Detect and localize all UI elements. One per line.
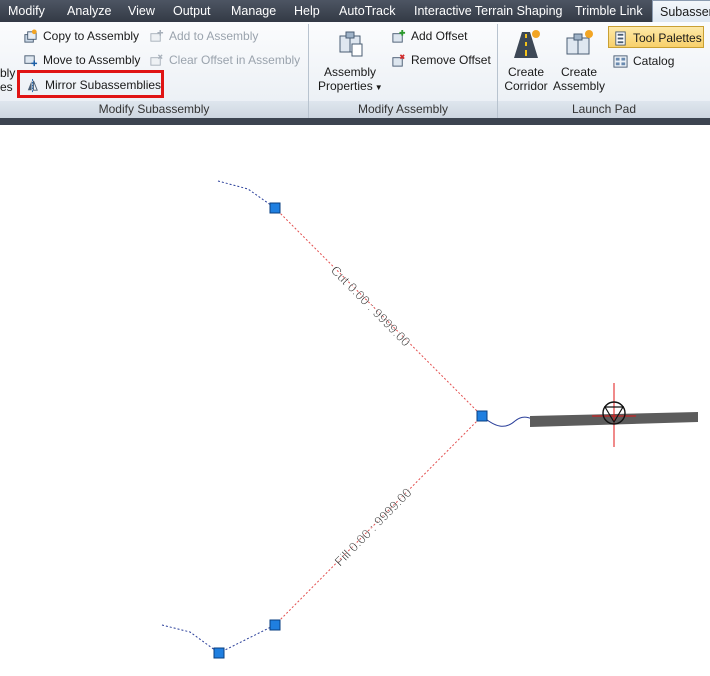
cut-label: Cut 0.00 : 9999.00: [328, 263, 414, 350]
create-corridor-label-2: Corridor: [504, 79, 548, 93]
tab-modify[interactable]: Modify: [8, 0, 45, 22]
create-assembly-label-1: Create: [560, 65, 598, 79]
move-subassembly-icon: [24, 55, 38, 67]
cut-daylight-link: [217, 180, 276, 209]
tab-view[interactable]: View: [128, 0, 155, 22]
add-offset-icon: [392, 30, 406, 43]
add-to-assembly-button[interactable]: Add to Assembly: [149, 29, 258, 44]
assembly-properties-button[interactable]: Assembly Properties ▼: [318, 28, 383, 95]
copy-to-assembly-button[interactable]: Copy to Assembly: [23, 29, 139, 44]
fill-label: Fill 0.00 : 9999.00: [331, 485, 414, 569]
copy-to-assembly-label: Copy to Assembly: [43, 29, 140, 43]
add-to-assembly-label: Add to Assembly: [169, 29, 259, 43]
tab-interactive-terrain-shaping[interactable]: Interactive Terrain Shaping: [414, 0, 562, 22]
dropdown-arrow-icon: ▼: [374, 83, 383, 92]
assembly-properties-icon: [339, 31, 363, 57]
copy-subassembly-icon: [24, 29, 37, 43]
add-offset-label: Add Offset: [411, 29, 468, 43]
create-assembly-icon: [566, 30, 593, 55]
remove-offset-icon: [392, 54, 405, 67]
grip-square[interactable]: [476, 410, 488, 422]
grip-square[interactable]: [269, 619, 281, 631]
move-to-assembly-button[interactable]: Move to Assembly: [23, 53, 140, 68]
menu-tab-bar: Modify Analyze View Output Manage Help A…: [0, 0, 710, 22]
grip-square[interactable]: [269, 202, 281, 214]
catalog-button[interactable]: Catalog: [613, 54, 674, 69]
remove-offset-button[interactable]: Remove Offset: [391, 53, 491, 68]
grip-square[interactable]: [213, 647, 225, 659]
drawing-canvas[interactable]: Cut 0.00 : 9999.00 Fill 0.00 : 9999.00: [0, 125, 710, 676]
tab-autotrack[interactable]: AutoTrack: [339, 0, 396, 22]
panel-title-modify-subassembly: Modify Subassembly: [0, 101, 308, 118]
tool-palettes-icon: [615, 31, 626, 46]
mirror-subassemblies-highlight: [17, 70, 164, 98]
ribbon: bly es Copy to Assembly Move to Assembly…: [0, 22, 710, 119]
create-assembly-button[interactable]: Create Assembly: [553, 28, 605, 93]
assembly-button-cut-label[interactable]: bly: [0, 66, 15, 80]
assembly-button-cut-label-2[interactable]: es: [0, 80, 13, 94]
ribbon-bottom-border: [0, 118, 710, 125]
clear-offset-icon: [150, 54, 163, 66]
tab-trimble-link[interactable]: Trimble Link: [575, 0, 643, 22]
tool-palettes-button[interactable]: Tool Palettes: [608, 26, 704, 48]
remove-offset-label: Remove Offset: [411, 53, 491, 67]
tab-analyze[interactable]: Analyze: [67, 0, 111, 22]
tool-palettes-label: Tool Palettes: [633, 31, 702, 45]
assembly-properties-label-2: Properties: [318, 79, 373, 93]
assembly-properties-label-1: Assembly: [323, 65, 376, 79]
add-offset-button[interactable]: Add Offset: [391, 29, 467, 44]
tab-subassembly[interactable]: Subassem: [652, 0, 710, 22]
create-assembly-label-2: Assembly: [553, 79, 606, 93]
move-to-assembly-label: Move to Assembly: [43, 53, 141, 67]
add-to-assembly-icon: [150, 30, 164, 42]
catalog-icon: [613, 55, 628, 68]
clear-offset-label: Clear Offset in Assembly: [169, 53, 301, 67]
tab-help[interactable]: Help: [294, 0, 320, 22]
assembly-properties-label-2-row: Properties ▼: [318, 79, 383, 95]
tab-manage[interactable]: Manage: [231, 0, 276, 22]
create-corridor-label-1: Create: [507, 65, 545, 79]
catalog-label: Catalog: [633, 54, 675, 68]
ditch-link: [481, 415, 533, 427]
panel-title-launch-pad: Launch Pad: [498, 101, 710, 118]
create-corridor-button[interactable]: Create Corridor: [501, 28, 551, 93]
create-corridor-icon: [514, 30, 540, 58]
tab-output[interactable]: Output: [173, 0, 211, 22]
clear-offset-in-assembly-button[interactable]: Clear Offset in Assembly: [149, 53, 300, 68]
panel-title-modify-assembly: Modify Assembly: [309, 101, 497, 118]
